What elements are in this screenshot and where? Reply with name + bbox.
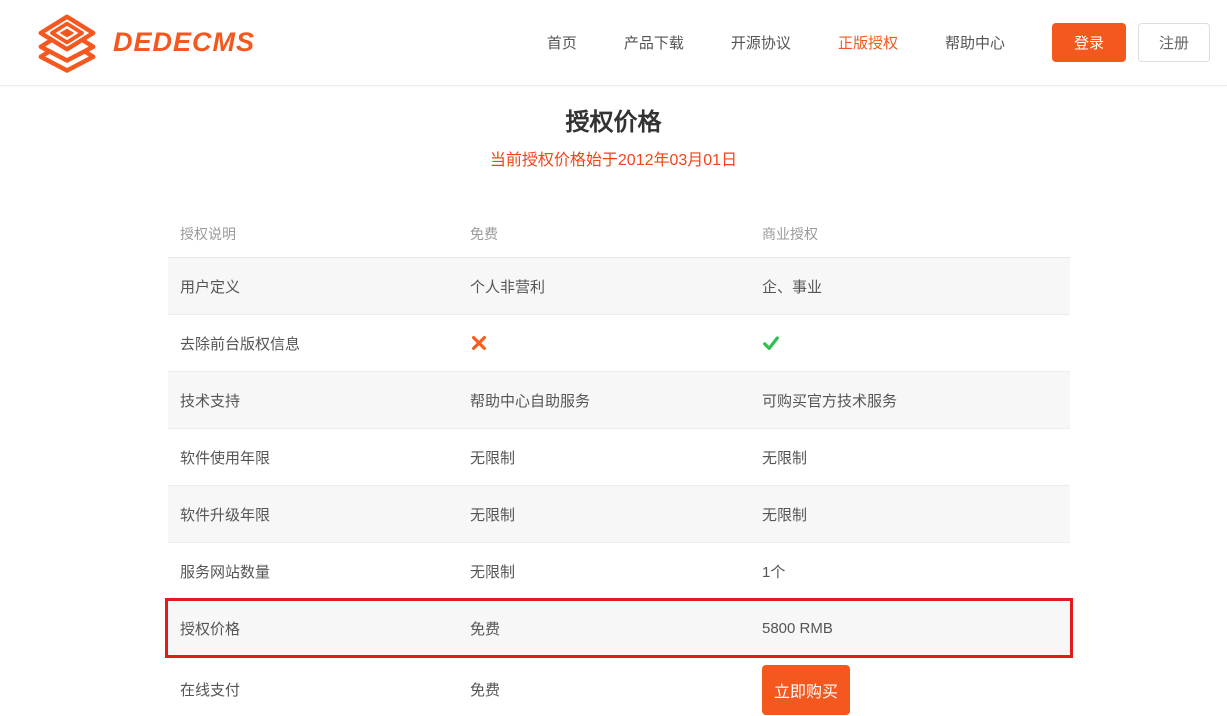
table-row-online-payment: 在线支付 免费 立即购买	[168, 657, 1070, 716]
dedecms-layers-icon	[35, 13, 99, 73]
row-label: 服务网站数量	[168, 561, 458, 582]
header-license-description: 授权说明	[168, 224, 458, 244]
main-nav: 首页 产品下载 开源协议 正版授权 帮助中心 登录 注册	[547, 23, 1210, 62]
page-subtitle: 当前授权价格始于2012年03月01日	[0, 146, 1227, 170]
top-header: DEDECMS 首页 产品下载 开源协议 正版授权 帮助中心 登录 注册	[0, 0, 1227, 86]
nav-item-downloads[interactable]: 产品下载	[624, 32, 684, 53]
row-label: 去除前台版权信息	[168, 333, 458, 354]
free-value: 无限制	[458, 447, 750, 468]
table-row-site-count: 服务网站数量 无限制 1个	[168, 543, 1070, 600]
row-label: 软件升级年限	[168, 504, 458, 525]
free-value: 免费	[458, 618, 750, 639]
header-free: 免费	[458, 224, 750, 244]
free-value: 帮助中心自助服务	[458, 390, 750, 411]
register-button[interactable]: 注册	[1138, 23, 1210, 62]
commercial-value: 企、事业	[750, 276, 1070, 297]
page-title: 授权价格	[0, 102, 1227, 137]
row-label: 技术支持	[168, 390, 458, 411]
free-value	[458, 334, 750, 352]
brand-logo[interactable]: DEDECMS	[35, 13, 255, 73]
table-row-upgrade-years: 软件升级年限 无限制 无限制	[168, 486, 1070, 543]
license-price-table: 授权说明 免费 商业授权 用户定义 个人非营利 企、事业 去除前台版权信息 技术…	[168, 210, 1070, 716]
free-value: 无限制	[458, 561, 750, 582]
free-value: 无限制	[458, 504, 750, 525]
row-label: 用户定义	[168, 276, 458, 297]
nav-item-home[interactable]: 首页	[547, 32, 577, 53]
header-commercial: 商业授权	[750, 224, 1070, 244]
check-icon	[762, 334, 780, 352]
commercial-price-value: 5800 RMB	[750, 620, 1070, 637]
commercial-value: 无限制	[750, 447, 1070, 468]
table-row-tech-support: 技术支持 帮助中心自助服务 可购买官方技术服务	[168, 372, 1070, 429]
cross-icon	[470, 334, 488, 352]
table-row-remove-copyright: 去除前台版权信息	[168, 315, 1070, 372]
title-section: 授权价格 当前授权价格始于2012年03月01日	[0, 86, 1227, 170]
login-button[interactable]: 登录	[1052, 23, 1126, 62]
commercial-value: 立即购买	[750, 665, 1070, 715]
nav-item-genuine-license[interactable]: 正版授权	[838, 32, 898, 53]
nav-item-open-source-license[interactable]: 开源协议	[731, 32, 791, 53]
row-label: 授权价格	[168, 618, 458, 639]
nav-item-help-center[interactable]: 帮助中心	[945, 32, 1005, 53]
free-value: 个人非营利	[458, 276, 750, 297]
row-label: 在线支付	[168, 679, 458, 700]
commercial-value: 1个	[750, 561, 1070, 582]
table-row-usage-years: 软件使用年限 无限制 无限制	[168, 429, 1070, 486]
brand-name: DEDECMS	[113, 27, 255, 58]
buy-now-button[interactable]: 立即购买	[762, 665, 850, 715]
commercial-value	[750, 334, 1070, 352]
table-header-row: 授权说明 免费 商业授权	[168, 210, 1070, 258]
table-row-license-price-highlighted: 授权价格 免费 5800 RMB	[168, 600, 1070, 657]
table-row-user-definition: 用户定义 个人非营利 企、事业	[168, 258, 1070, 315]
free-value: 免费	[458, 679, 750, 700]
row-label: 软件使用年限	[168, 447, 458, 468]
commercial-value: 可购买官方技术服务	[750, 390, 1070, 411]
commercial-value: 无限制	[750, 504, 1070, 525]
